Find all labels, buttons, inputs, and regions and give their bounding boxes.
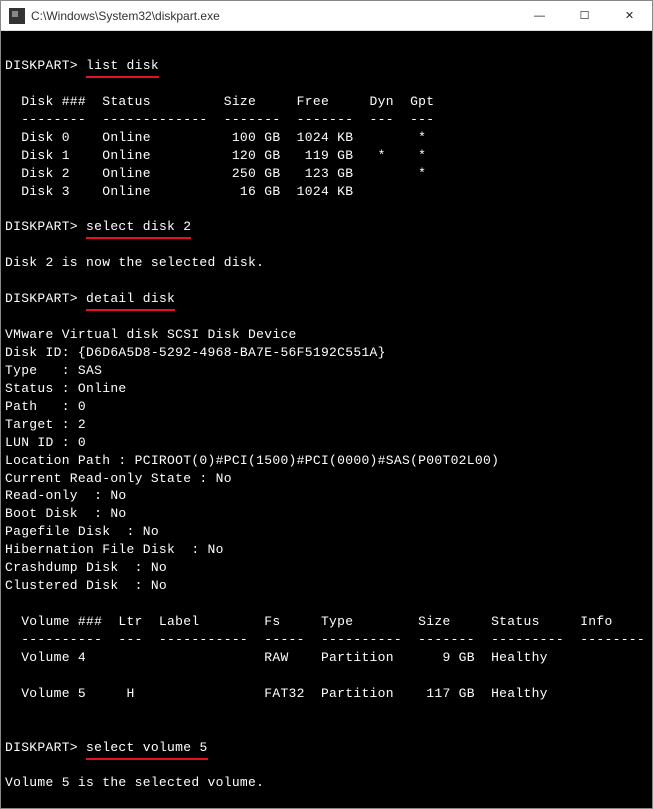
msg-select-volume: Volume 5 is the selected volume. [5,775,264,790]
detail-pagefile: Pagefile Disk : No [5,524,159,539]
titlebar-controls: — ☐ ✕ [517,1,652,30]
disk-row: Disk 2 Online 250 GB 123 GB * [5,166,426,181]
titlebar: C:\Windows\System32\diskpart.exe — ☐ ✕ [1,1,652,31]
volume-row: Volume 4 RAW Partition 9 GB Healthy [5,650,548,665]
detail-path: Path : 0 [5,399,86,414]
disk-row: Disk 3 Online 16 GB 1024 KB [5,184,353,199]
disk-table-divider: -------- ------------- ------- ------- -… [5,112,434,127]
prompt: DISKPART> [5,740,78,755]
maximize-button[interactable]: ☐ [562,1,607,30]
titlebar-left: C:\Windows\System32\diskpart.exe [9,8,220,24]
line: DISKPART> detail disk [5,291,175,306]
window-title: C:\Windows\System32\diskpart.exe [31,9,220,23]
terminal-area[interactable]: DISKPART> list disk Disk ### Status Size… [1,31,652,808]
detail-target: Target : 2 [5,417,86,432]
line: DISKPART> list disk [5,58,159,73]
disk-row: Disk 1 Online 120 GB 119 GB * * [5,148,426,163]
line: DISKPART> select disk 2 [5,219,191,234]
detail-boot: Boot Disk : No [5,506,127,521]
detail-readonly: Read-only : No [5,488,127,503]
close-button[interactable]: ✕ [607,1,652,30]
detail-lun: LUN ID : 0 [5,435,86,450]
detail-type: Type : SAS [5,363,102,378]
detail-crashdump: Crashdump Disk : No [5,560,167,575]
cmd-select-volume: select volume 5 [86,739,208,757]
app-icon [9,8,25,24]
volume-table-divider: ---------- --- ----------- ----- -------… [5,632,645,647]
disk-row: Disk 0 Online 100 GB 1024 KB * [5,130,426,145]
cmd-select-disk: select disk 2 [86,218,191,236]
line: DISKPART> select volume 5 [5,740,208,755]
detail-disk-id: Disk ID: {D6D6A5D8-5292-4968-BA7E-56F519… [5,345,386,360]
volume-row: Volume 5 H FAT32 Partition 117 GB Health… [5,686,548,701]
cmd-detail-disk: detail disk [86,290,175,308]
detail-hibernation: Hibernation File Disk : No [5,542,224,557]
minimize-button[interactable]: — [517,1,562,30]
detail-device: VMware Virtual disk SCSI Disk Device [5,327,297,342]
detail-status: Status : Online [5,381,127,396]
cmd-list-disk: list disk [86,57,159,75]
msg-select-disk: Disk 2 is now the selected disk. [5,255,264,270]
detail-location: Location Path : PCIROOT(0)#PCI(1500)#PCI… [5,453,499,468]
volume-table-header: Volume ### Ltr Label Fs Type Size Status… [5,614,613,629]
prompt: DISKPART> [5,58,78,73]
detail-readonly-state: Current Read-only State : No [5,471,232,486]
prompt: DISKPART> [5,219,78,234]
disk-table-header: Disk ### Status Size Free Dyn Gpt [5,94,434,109]
detail-clustered: Clustered Disk : No [5,578,167,593]
app-window: C:\Windows\System32\diskpart.exe — ☐ ✕ D… [0,0,653,809]
prompt: DISKPART> [5,291,78,306]
